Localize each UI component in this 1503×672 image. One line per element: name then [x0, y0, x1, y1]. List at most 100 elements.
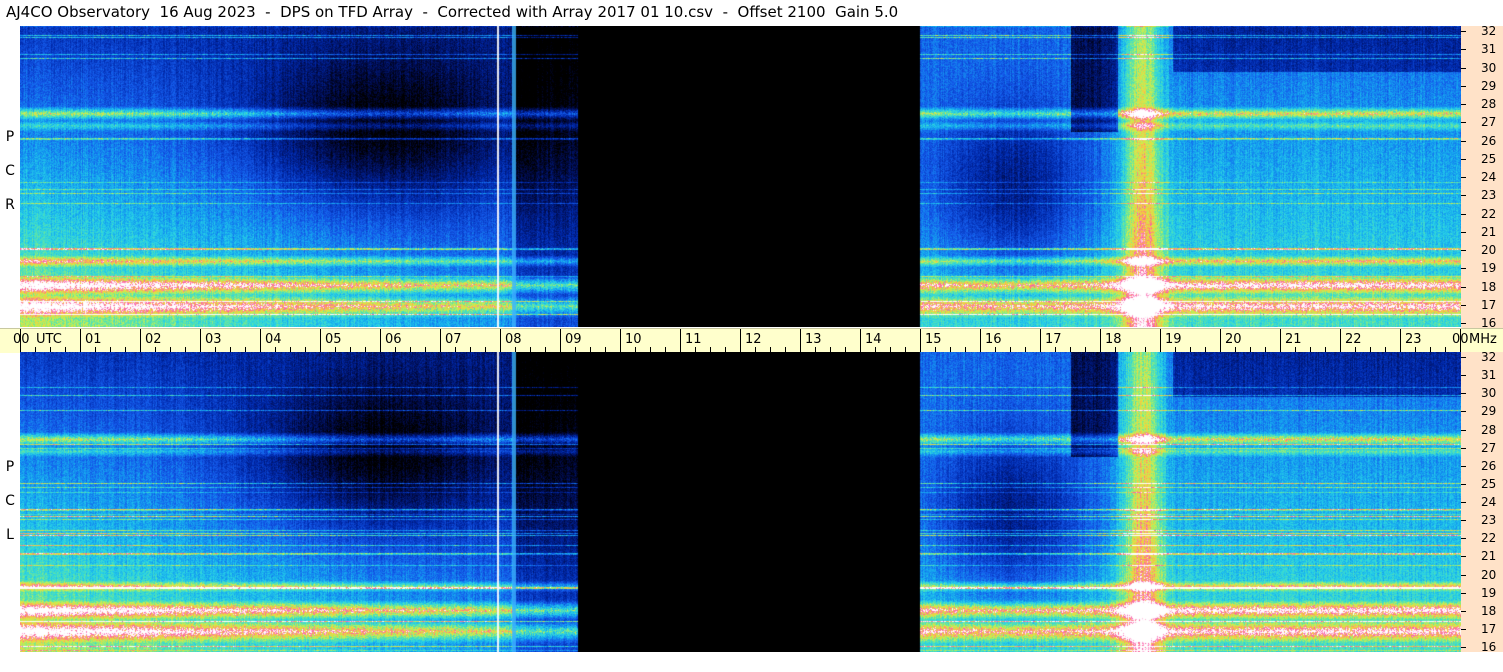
frequency-tick	[1461, 447, 1466, 449]
frequency-tick	[1461, 67, 1466, 69]
frequency-tick	[1461, 610, 1466, 612]
time-tick	[260, 329, 261, 353]
utc-label: UTC	[36, 332, 62, 347]
frequency-label: 30	[1481, 386, 1497, 401]
frequency-label: 26	[1481, 458, 1497, 473]
frequency-tick	[1461, 357, 1466, 358]
frequency-label: 32	[1481, 350, 1497, 364]
frequency-tick	[1461, 122, 1466, 124]
frequency-tick	[1461, 177, 1466, 178]
frequency-label: 27	[1481, 115, 1497, 130]
frequency-tick	[1461, 250, 1466, 251]
frequency-tick	[1461, 574, 1466, 576]
time-tick	[740, 329, 741, 353]
rcp-label: P C R	[0, 120, 20, 222]
frequency-tick	[1461, 502, 1466, 503]
lcp-label: P C L	[0, 450, 20, 552]
time-label: 22	[1345, 332, 1362, 347]
time-label: 19	[1165, 332, 1182, 347]
frequency-label: 23	[1481, 513, 1497, 528]
time-tick	[1040, 329, 1041, 353]
frequency-tick	[1461, 304, 1466, 306]
time-label: 18	[1105, 332, 1122, 347]
lcp-spectrogram-image	[20, 352, 1461, 652]
time-label: 05	[325, 332, 342, 347]
lcp-label-letter: P	[5, 459, 15, 475]
frequency-tick	[1461, 286, 1466, 288]
time-label: 15	[925, 332, 942, 347]
frequency-label: 30	[1481, 60, 1497, 75]
time-tick	[320, 329, 321, 353]
rcp-spectrogram	[20, 26, 1461, 327]
frequency-tick	[1461, 520, 1466, 522]
time-label: 23	[1405, 332, 1422, 347]
frequency-tick	[1461, 483, 1466, 485]
frequency-label: 24	[1481, 170, 1497, 184]
frequency-label: 22	[1481, 206, 1497, 221]
time-label: 03	[205, 332, 222, 347]
frequency-tick	[1461, 538, 1466, 540]
rcp-label-letter: R	[5, 197, 15, 213]
time-label: 17	[1045, 332, 1062, 347]
time-tick	[620, 329, 621, 353]
frequency-label: 21	[1481, 224, 1497, 239]
time-label: 00	[1452, 332, 1469, 347]
time-label: 09	[565, 332, 582, 347]
frequency-label: 31	[1481, 368, 1497, 383]
time-axis: 00 01 02 03 04 05 06 07 08 09 10 11 12 13 14 15 16 17 18 19…	[0, 328, 1503, 353]
frequency-tick	[1461, 411, 1466, 413]
frequency-tick	[1461, 231, 1466, 233]
frequency-label: 28	[1481, 97, 1497, 111]
frequency-label: 18	[1481, 279, 1497, 294]
frequency-label: 20	[1481, 243, 1497, 257]
frequency-label: 31	[1481, 42, 1497, 57]
time-tick	[380, 329, 381, 353]
frequency-label: 25	[1481, 151, 1497, 166]
frequency-label: 18	[1481, 603, 1497, 618]
rcp-spectrogram-image	[20, 26, 1461, 327]
time-tick	[680, 329, 681, 353]
time-label: 02	[145, 332, 162, 347]
frequency-tick	[1461, 268, 1466, 270]
lcp-label-letter: C	[5, 493, 15, 509]
frequency-tick	[1461, 465, 1466, 467]
time-tick	[1400, 329, 1401, 353]
time-label: 10	[625, 332, 642, 347]
frequency-tick	[1461, 429, 1466, 431]
rcp-label-letter: P	[5, 129, 15, 145]
frequency-label: 19	[1481, 585, 1497, 600]
time-tick	[1340, 329, 1341, 353]
time-label: 11	[685, 332, 702, 347]
frequency-tick	[1461, 158, 1466, 160]
frequency-tick	[1461, 628, 1466, 630]
frequency-tick	[1461, 195, 1466, 197]
frequency-tick	[1461, 31, 1466, 32]
time-tick	[200, 329, 201, 353]
time-tick	[980, 329, 981, 353]
time-tick	[1100, 329, 1101, 353]
frequency-label: 19	[1481, 261, 1497, 276]
page-title: AJ4CO Observatory 16 Aug 2023 - DPS on T…	[6, 3, 899, 21]
frequency-label: 27	[1481, 440, 1497, 455]
time-tick	[560, 329, 561, 353]
time-label: 16	[985, 332, 1002, 347]
time-tick	[140, 329, 141, 353]
frequency-label: 17	[1481, 297, 1497, 312]
frequency-label: 21	[1481, 549, 1497, 564]
time-tick	[500, 329, 501, 353]
frequency-label: 29	[1481, 404, 1497, 419]
time-label: 00	[13, 332, 30, 347]
time-tick	[1280, 329, 1281, 353]
frequency-tick	[1461, 556, 1466, 558]
frequency-label: 28	[1481, 422, 1497, 437]
time-tick	[860, 329, 861, 353]
time-label: 20	[1225, 332, 1242, 347]
frequency-label: 17	[1481, 621, 1497, 636]
time-label: 14	[865, 332, 882, 347]
time-label: 01	[85, 332, 102, 347]
time-label: 06	[385, 332, 402, 347]
time-tick	[800, 329, 801, 353]
frequency-label: 24	[1481, 495, 1497, 509]
rcp-frequency-scale: 32 31 30 29 28 27 26 25 24 23 22 21 20 19 18 17 16	[1461, 24, 1503, 330]
lcp-label-letter: L	[6, 527, 14, 543]
